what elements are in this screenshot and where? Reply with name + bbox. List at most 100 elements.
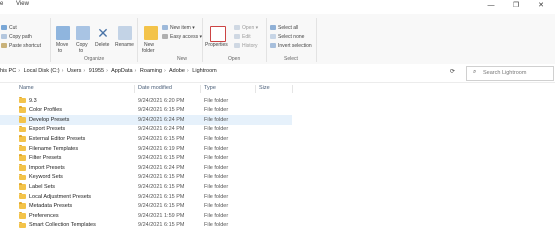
chevron-right-icon: › xyxy=(163,68,166,74)
select-all-icon xyxy=(270,25,276,31)
file-row[interactable]: Import Presets 9/24/2021 6:24 PM File fold… xyxy=(0,163,555,173)
file-type: File folder xyxy=(204,193,229,200)
file-row[interactable]: Export Presets 9/24/2021 6:24 PM File fold… xyxy=(0,125,555,135)
file-row[interactable]: Filter Presets 9/24/2021 6:15 PM File fold… xyxy=(0,154,555,164)
file-date: 9/24/2021 6:20 PM xyxy=(138,97,185,104)
breadcrumb-item[interactable]: Adobe xyxy=(169,68,185,74)
search-icon: ⌕ xyxy=(473,69,477,75)
file-date: 9/24/2021 1:59 PM xyxy=(138,212,185,219)
close-button[interactable]: ✕ xyxy=(532,0,550,12)
file-row[interactable]: Filename Templates 9/24/2021 6:19 PM File … xyxy=(0,144,555,154)
new-item-button[interactable]: New item ▾ xyxy=(162,25,195,31)
column-header-size[interactable]: Size xyxy=(259,85,270,91)
file-date: 9/24/2021 6:15 PM xyxy=(138,203,185,210)
select-none-button[interactable]: Select none xyxy=(270,34,304,40)
column-divider[interactable] xyxy=(134,85,135,93)
file-type: File folder xyxy=(204,222,229,229)
move-to-icon xyxy=(56,26,70,40)
file-name: 9.3 xyxy=(29,97,37,104)
file-name: Filename Templates xyxy=(29,145,79,152)
column-header-date[interactable]: Date modified xyxy=(138,85,172,91)
chevron-right-icon: › xyxy=(83,68,86,74)
breadcrumb-item[interactable]: his PC xyxy=(0,68,16,74)
properties-button[interactable]: Properties xyxy=(205,42,228,48)
chevron-right-icon: › xyxy=(18,68,21,74)
ribbon-tab-home[interactable]: e xyxy=(0,1,3,7)
column-header-name[interactable]: Name xyxy=(19,85,34,91)
paste-shortcut-icon xyxy=(1,43,7,49)
new-folder-icon xyxy=(144,26,158,40)
file-row[interactable]: Smart Collection Templates 9/24/2021 6:15… xyxy=(0,221,555,231)
select-all-button[interactable]: Select all xyxy=(270,25,298,31)
file-row[interactable]: External Editor Presets 9/24/2021 6:15 PM… xyxy=(0,134,555,144)
file-type: File folder xyxy=(204,107,229,114)
history-button[interactable]: History xyxy=(234,43,258,49)
organize-group-label: Organize xyxy=(84,56,105,62)
file-date: 9/24/2021 6:15 PM xyxy=(138,222,185,229)
column-divider[interactable] xyxy=(292,85,293,93)
folder-icon xyxy=(19,96,26,104)
move-to-label-2: to xyxy=(58,48,63,54)
folder-icon xyxy=(19,211,26,219)
refresh-icon[interactable]: ⟳ xyxy=(450,68,458,76)
open-button[interactable]: Open ▾ xyxy=(234,25,258,31)
search-placeholder[interactable]: Search Lightroom xyxy=(483,70,526,76)
address-bar[interactable]: his PC › Local Disk (C:) › Users › 91955 › A… xyxy=(0,64,555,83)
file-row[interactable]: Label Sets 9/24/2021 6:15 PM File folder xyxy=(0,182,555,192)
breadcrumb-item[interactable]: Roaming xyxy=(140,68,162,74)
file-date: 9/24/2021 6:24 PM xyxy=(138,126,185,133)
search-box[interactable]: ⌕ Search Lightroom xyxy=(466,66,554,81)
chevron-right-icon: › xyxy=(134,68,137,74)
copy-path-button[interactable]: Copy path xyxy=(1,34,32,40)
delete-icon: ✕ xyxy=(97,25,109,41)
breadcrumb-item[interactable]: 91955 xyxy=(89,68,104,74)
file-name: Preferences xyxy=(29,212,59,219)
file-row[interactable]: Local Adjustment Presets 9/24/2021 6:15 P… xyxy=(0,192,555,202)
folder-icon xyxy=(19,135,26,142)
file-name: Filter Presets xyxy=(29,155,62,162)
file-row-selected[interactable]: Develop Presets 9/24/2021 6:24 PM File fol… xyxy=(0,115,292,125)
file-type: File folder xyxy=(204,174,229,181)
chevron-right-icon: › xyxy=(106,68,108,74)
folder-icon xyxy=(19,164,26,171)
file-name: Color Profiles xyxy=(29,107,63,114)
file-date: 9/24/2021 6:15 PM xyxy=(138,193,185,200)
new-folder-label-2: folder xyxy=(142,48,155,54)
file-row[interactable]: Keyword Sets 9/24/2021 6:15 PM File folder xyxy=(0,173,555,183)
folder-icon xyxy=(19,192,26,200)
paste-shortcut-button[interactable]: Paste shortcut xyxy=(1,43,41,49)
column-divider[interactable] xyxy=(200,85,201,93)
breadcrumb-item[interactable]: Users xyxy=(67,68,81,74)
properties-icon xyxy=(210,26,226,42)
delete-button[interactable]: Delete xyxy=(95,42,109,48)
rename-icon xyxy=(118,26,132,40)
breadcrumb-item[interactable]: AppData xyxy=(111,68,132,74)
breadcrumb-item[interactable]: Local Disk (C:) xyxy=(24,68,60,74)
invert-selection-icon xyxy=(270,43,276,49)
folder-icon xyxy=(19,144,26,152)
file-type: File folder xyxy=(204,164,229,171)
breadcrumb-item[interactable]: Lightroom xyxy=(192,68,216,74)
file-row[interactable]: Preferences 9/24/2021 1:59 PM File folder xyxy=(0,211,555,221)
file-row[interactable]: Metadata Presets 9/24/2021 6:15 PM File fo… xyxy=(0,202,555,212)
file-row[interactable]: Color Profiles 9/24/2021 6:15 PM File fold… xyxy=(0,106,555,116)
invert-selection-button[interactable]: Invert selection xyxy=(270,43,312,49)
file-type: File folder xyxy=(204,155,229,162)
chevron-right-icon: › xyxy=(186,68,189,74)
rename-button[interactable]: Rename xyxy=(115,42,134,48)
file-row[interactable]: 9.3 9/24/2021 6:20 PM File folder xyxy=(0,96,555,106)
easy-access-button[interactable]: Easy access ▾ xyxy=(162,34,202,40)
column-divider[interactable] xyxy=(255,85,256,93)
file-name: Export Presets xyxy=(29,126,66,133)
column-header-type[interactable]: Type xyxy=(204,85,216,91)
cut-button[interactable]: Cut xyxy=(1,25,17,31)
file-type: File folder xyxy=(204,97,229,104)
minimize-button[interactable]: — xyxy=(482,0,500,12)
file-name: External Editor Presets xyxy=(29,135,86,142)
copy-to-icon xyxy=(76,26,90,40)
ribbon-tab-view[interactable]: View xyxy=(16,1,29,7)
column-headers: Name Date modified Type Size xyxy=(0,84,555,94)
maximize-button[interactable]: ❐ xyxy=(507,0,525,12)
select-group-label: Select xyxy=(284,56,298,62)
edit-button[interactable]: Edit xyxy=(234,34,251,40)
